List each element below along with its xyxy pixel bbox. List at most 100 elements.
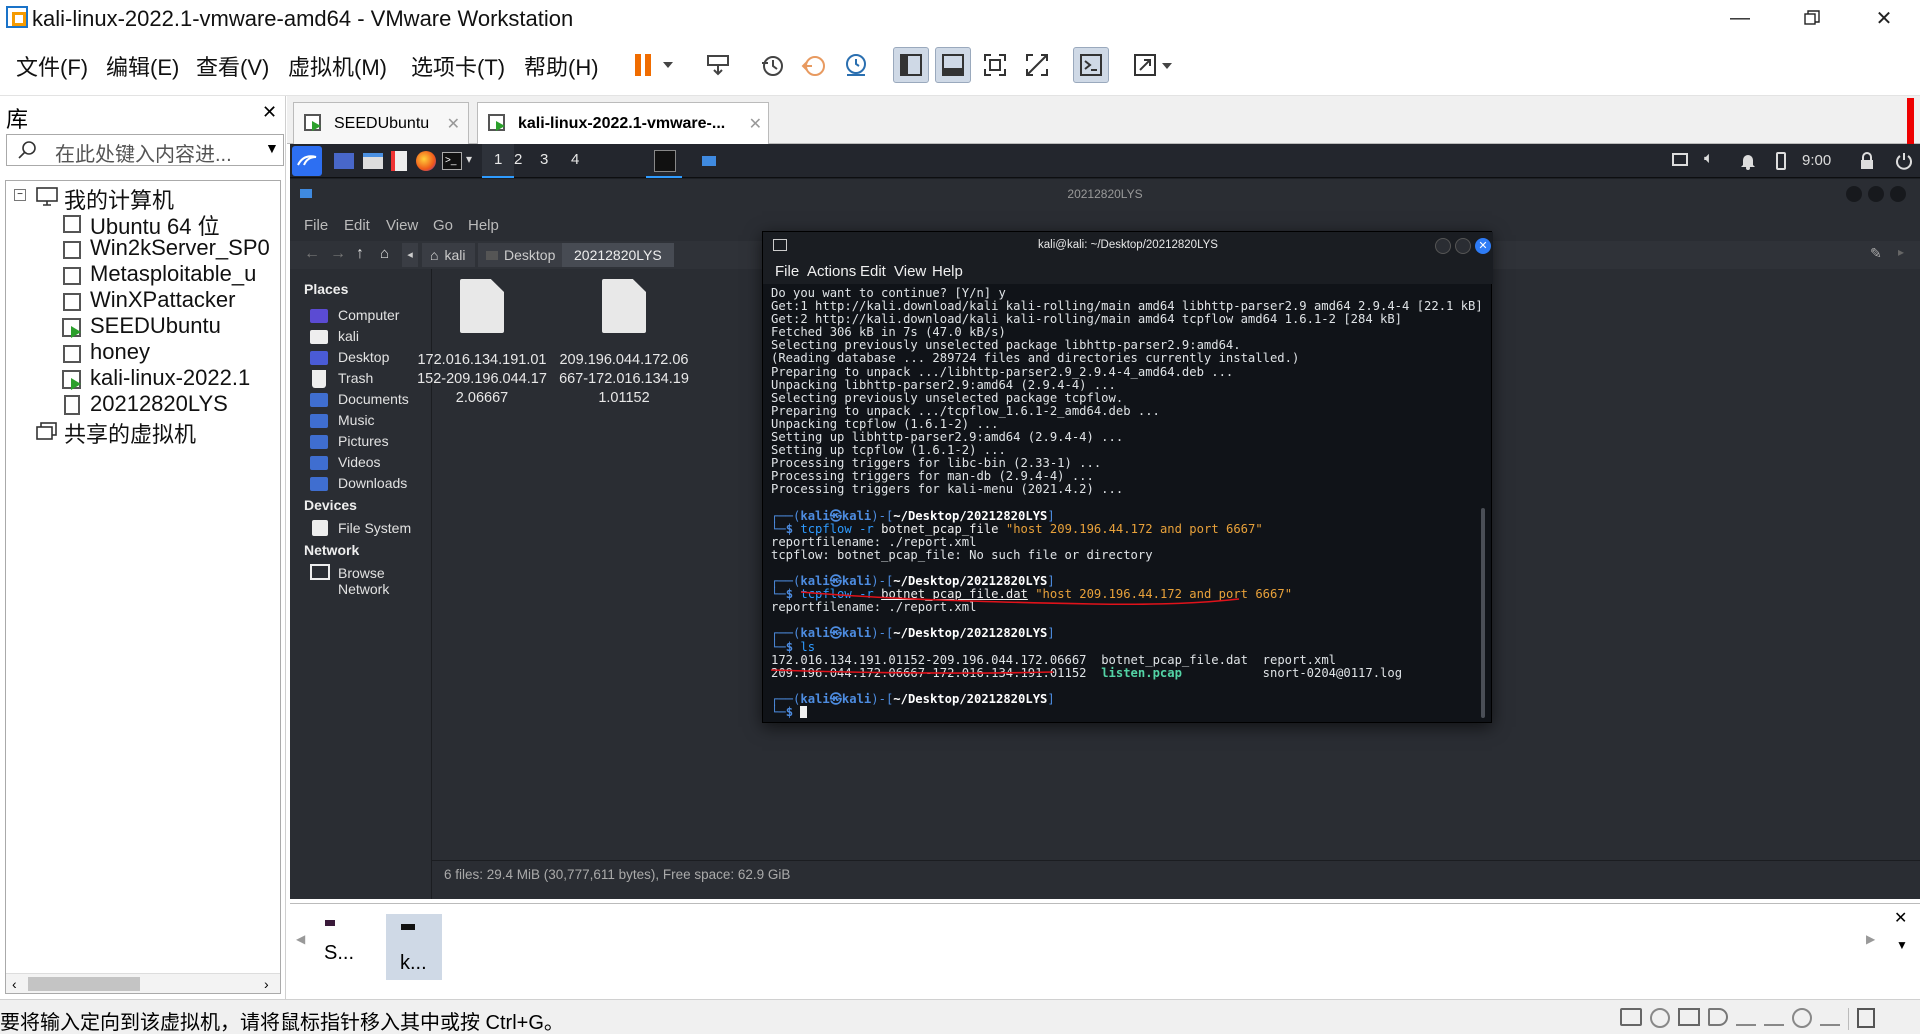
path-desktop[interactable]: Desktop [478, 243, 566, 267]
place-pictures[interactable]: Pictures [338, 433, 389, 449]
file-item[interactable] [460, 279, 504, 333]
menu-tabs[interactable]: 选项卡(T) [411, 50, 505, 82]
message-log-icon[interactable] [1857, 1008, 1875, 1028]
up-icon[interactable]: ↑ [356, 245, 364, 263]
printer-icon[interactable] [1792, 1008, 1812, 1028]
library-close-icon[interactable]: ✕ [262, 102, 277, 123]
collapse-icon[interactable]: − [14, 189, 26, 201]
send-ctrl-alt-del-icon[interactable] [700, 47, 736, 83]
file-name[interactable]: 209.196.044.172.06667-172.016.134.191.01… [559, 351, 689, 408]
place-kali[interactable]: kali [338, 328, 359, 344]
tab-close-icon[interactable]: ✕ [749, 114, 762, 134]
show-library-button[interactable] [893, 47, 929, 83]
restore-icon[interactable] [1797, 4, 1827, 32]
thumbs-scroll-left-icon[interactable]: ◀ [296, 932, 305, 946]
snapshot-manager-icon[interactable] [838, 47, 874, 83]
workspace-2[interactable]: 2 [514, 151, 522, 168]
notifications-icon[interactable] [1740, 152, 1756, 170]
battery-icon[interactable] [1776, 152, 1786, 170]
workspace-3[interactable]: 3 [540, 151, 548, 168]
fm-menu-view[interactable]: View [386, 217, 418, 234]
network-adapter-icon[interactable] [1678, 1008, 1700, 1026]
library-search-input[interactable]: 在此处键入内容进... ▼ [6, 134, 284, 166]
thumbnail-kali[interactable]: k... [386, 914, 442, 980]
cd-rom-icon[interactable] [1650, 1008, 1670, 1028]
fm-close-button[interactable] [1890, 186, 1906, 202]
place-music[interactable]: Music [338, 412, 375, 428]
home-icon[interactable]: ⌂ [380, 245, 389, 262]
path-right-icon[interactable]: ▸ [1898, 245, 1904, 259]
browse-network[interactable]: Browse Network [338, 565, 431, 597]
edit-path-icon[interactable]: ✎ [1870, 245, 1882, 262]
thumbs-scroll-right-icon[interactable]: ▶ [1866, 932, 1875, 946]
file-name[interactable]: 172.016.134.191.01152-209.196.044.172.06… [417, 351, 547, 408]
library-h-scrollbar[interactable]: ‹ › [6, 973, 280, 993]
menu-view[interactable]: 查看(V) [196, 50, 269, 82]
fm-menu-go[interactable]: Go [433, 217, 453, 234]
console-view-button[interactable] [1073, 47, 1109, 83]
power-icon[interactable] [1895, 152, 1913, 170]
fm-maximize-button[interactable] [1868, 186, 1884, 202]
workspace-1[interactable]: 1 [482, 144, 514, 178]
place-desktop[interactable]: Desktop [338, 349, 389, 365]
forward-icon[interactable]: → [330, 245, 346, 263]
tab-seedubuntu[interactable]: SEEDUbuntu ✕ [293, 102, 469, 144]
revert-snapshot-icon[interactable] [796, 47, 832, 83]
path-kali[interactable]: ⌂ kali [422, 243, 476, 267]
snapshot-icon[interactable] [754, 47, 790, 83]
fm-minimize-button[interactable] [1846, 186, 1862, 202]
minimize-icon[interactable]: — [1725, 4, 1755, 32]
display-device-icon[interactable] [1820, 1008, 1840, 1026]
vm-display[interactable]: >_ ▾ 1 2 3 4 🔈︎ 9:00 20212820LYS File Ed… [290, 144, 1920, 899]
tree-item-20212820lys[interactable]: 20212820LYS [90, 391, 228, 417]
place-documents[interactable]: Documents [338, 391, 409, 407]
menu-file[interactable]: 文件(F) [16, 50, 88, 82]
tree-shared-vms[interactable]: 共享的虚拟机 [64, 417, 196, 449]
display-icon[interactable] [1672, 153, 1688, 166]
stretch-guest-icon[interactable] [1130, 47, 1180, 83]
terminal-window[interactable]: kali@kali: ~/Desktop/20212820LYS ✕ File … [762, 231, 1493, 723]
unity-mode-icon[interactable] [1019, 47, 1055, 83]
tree-vm-kali[interactable]: kali-linux-2022.1 [90, 365, 250, 391]
path-left-icon[interactable]: ◂ [402, 243, 418, 267]
taskbar-terminal-icon[interactable] [654, 150, 676, 172]
tab-close-icon[interactable]: ✕ [447, 114, 460, 134]
file-item[interactable] [602, 279, 646, 333]
text-editor-icon[interactable] [391, 151, 407, 171]
place-computer[interactable]: Computer [338, 307, 399, 323]
file-manager-icon[interactable] [363, 153, 383, 169]
place-videos[interactable]: Videos [338, 454, 381, 470]
show-desktop-icon[interactable] [334, 153, 354, 169]
menu-help[interactable]: 帮助(H) [524, 50, 599, 82]
path-current[interactable]: 20212820LYS [562, 243, 674, 267]
back-icon[interactable]: ← [304, 245, 320, 263]
taskbar-files-icon[interactable] [702, 156, 716, 166]
full-screen-icon[interactable] [977, 47, 1013, 83]
place-trash[interactable]: Trash [338, 370, 373, 386]
tree-vm-win2k[interactable]: Win2kServer_SP0 [90, 235, 270, 261]
scroll-right-icon[interactable]: › [264, 976, 269, 992]
lock-icon[interactable] [1860, 152, 1874, 170]
terminal-icon[interactable]: >_ [442, 152, 462, 170]
close-icon[interactable]: ✕ [1869, 4, 1899, 32]
search-dropdown-icon[interactable]: ▼ [265, 140, 279, 156]
hard-disk-icon[interactable] [1620, 1008, 1642, 1026]
scroll-thumb[interactable] [28, 977, 140, 991]
tab-kali[interactable]: kali-linux-2022.1-vmware-... ✕ [477, 102, 769, 144]
place-downloads[interactable]: Downloads [338, 475, 407, 491]
menu-edit[interactable]: 编辑(E) [106, 50, 179, 82]
show-thumbnails-button[interactable] [935, 47, 971, 83]
usb-device-icon[interactable] [1736, 1008, 1756, 1026]
clock[interactable]: 9:00 [1802, 152, 1831, 169]
fm-menu-edit[interactable]: Edit [344, 217, 370, 234]
tree-vm-seedubuntu[interactable]: SEEDUbuntu [90, 313, 221, 339]
fm-menu-file[interactable]: File [304, 217, 328, 234]
thumbnail-seedubuntu[interactable]: S... [320, 914, 366, 968]
firefox-icon[interactable] [416, 151, 436, 171]
usb-device-icon[interactable] [1764, 1008, 1784, 1026]
fm-menu-help[interactable]: Help [468, 217, 499, 234]
pause-button[interactable] [624, 47, 680, 83]
kali-menu-icon[interactable] [292, 146, 322, 176]
panel-dropdown-icon[interactable]: ▾ [466, 152, 472, 166]
device-file-system[interactable]: File System [338, 520, 411, 536]
